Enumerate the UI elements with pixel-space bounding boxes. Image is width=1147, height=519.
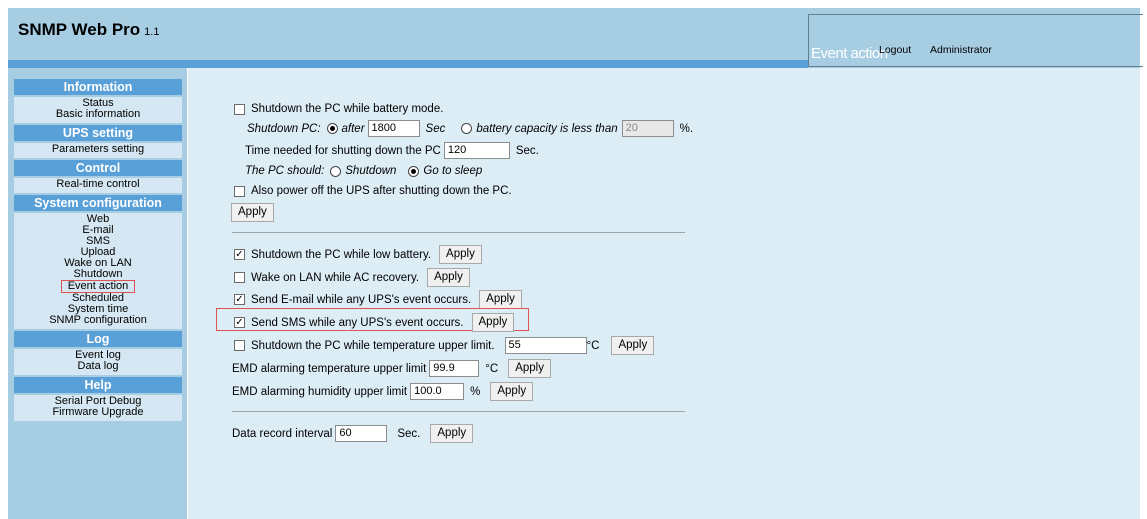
menu-item-firmware-upgrade[interactable]: Firmware Upgrade — [14, 407, 182, 418]
low-battery-apply-button[interactable]: Apply — [439, 245, 482, 264]
emd-temp-row: EMD alarming temperature upper limit 99.… — [232, 359, 551, 378]
sidebar-menu: Information Status Basic information UPS… — [14, 79, 182, 423]
emd-temp-input[interactable]: 99.9 — [429, 360, 480, 377]
app-logo: SNMP Web Pro 1.1 — [18, 20, 159, 40]
time-needed-label: Time needed for shutting down the PC — [245, 144, 441, 157]
after-seconds-input[interactable]: 1800 — [367, 120, 420, 137]
shutdown-apply-button[interactable]: Apply — [231, 203, 274, 222]
temp-checkbox[interactable] — [234, 340, 245, 351]
emd-hum-apply-button[interactable]: Apply — [490, 382, 534, 401]
divider-1 — [232, 232, 685, 233]
user-name: Administrator — [930, 44, 992, 56]
time-needed-row: Time needed for shutting down the PC 120… — [245, 142, 539, 159]
wol-checkbox[interactable] — [234, 272, 245, 283]
capacity-radio[interactable] — [461, 123, 473, 134]
power-off-checkbox[interactable] — [234, 185, 245, 197]
menu-section-help: Help — [14, 377, 182, 393]
sms-label: Send SMS while any UPS's event occurs. — [251, 316, 464, 329]
wol-apply-button[interactable]: Apply — [427, 268, 470, 287]
sec-label: Sec — [425, 122, 446, 135]
logout-link[interactable]: Logout — [879, 44, 911, 56]
shutdown-battery-row: Shutdown the PC while battery mode. — [234, 103, 443, 115]
menu-item-data-log[interactable]: Data log — [14, 361, 182, 372]
emd-temp-apply-button[interactable]: Apply — [508, 359, 551, 378]
emd-hum-label: EMD alarming humidity upper limit — [232, 385, 408, 398]
power-off-row: Also power off the UPS after shutting do… — [234, 185, 512, 197]
menu-group-system-configuration: Web E-mail SMS Upload Wake on LAN Shutdo… — [14, 213, 182, 329]
wol-row: Wake on LAN while AC recovery. Apply — [234, 268, 470, 287]
emd-hum-unit: % — [470, 385, 481, 398]
menu-group-help: Serial Port Debug Firmware Upgrade — [14, 395, 182, 421]
sms-row: ✓ Send SMS while any UPS's event occurs.… — [234, 313, 515, 332]
shutdown-battery-label: Shutdown the PC while battery mode. — [251, 103, 444, 115]
time-needed-input[interactable]: 120 — [443, 142, 510, 159]
shutdown-option-radio[interactable] — [330, 165, 342, 177]
shutdown-pc-row: Shutdown PC: after 1800 Sec battery capa… — [247, 120, 693, 137]
email-apply-button[interactable]: Apply — [479, 290, 522, 309]
time-needed-unit: Sec. — [515, 144, 539, 157]
menu-section-ups-setting: UPS setting — [14, 125, 182, 141]
record-interval-unit: Sec. — [397, 427, 421, 440]
capacity-label: battery capacity is less than — [476, 122, 618, 135]
low-battery-checkbox[interactable]: ✓ — [234, 249, 245, 260]
sms-checkbox[interactable]: ✓ — [234, 317, 245, 328]
menu-group-ups-setting: Parameters setting — [14, 143, 182, 158]
current-page-title: Event action — [811, 45, 888, 62]
sms-apply-button[interactable]: Apply — [471, 313, 515, 332]
emd-hum-input[interactable]: 100.0 — [410, 383, 465, 400]
temp-label: Shutdown the PC while temperature upper … — [251, 339, 495, 352]
low-battery-row: ✓ Shutdown the PC while low battery. App… — [234, 245, 482, 264]
temp-input[interactable]: 55 — [504, 337, 587, 354]
menu-group-control: Real-time control — [14, 178, 182, 193]
sleep-option-label: Go to sleep — [423, 165, 483, 177]
low-battery-label: Shutdown the PC while low battery. — [251, 248, 432, 261]
divider-2 — [232, 411, 685, 412]
temp-row: Shutdown the PC while temperature upper … — [234, 336, 655, 355]
record-interval-row: Data record interval 60 Sec. Apply — [232, 424, 474, 443]
email-checkbox[interactable]: ✓ — [234, 294, 245, 305]
temp-apply-button[interactable]: Apply — [611, 336, 655, 355]
shutdown-apply-row: Apply — [231, 203, 274, 222]
shutdown-battery-checkbox[interactable] — [234, 103, 245, 115]
pc-should-row: The PC should: Shutdown Go to sleep — [245, 165, 482, 177]
menu-item-real-time-control[interactable]: Real-time control — [14, 179, 182, 190]
menu-item-basic-information[interactable]: Basic information — [14, 109, 182, 120]
menu-section-system-configuration: System configuration — [14, 195, 182, 211]
menu-group-log: Event log Data log — [14, 349, 182, 375]
shutdown-pc-label: Shutdown PC: — [247, 122, 321, 135]
menu-item-parameters-setting[interactable]: Parameters setting — [14, 144, 182, 155]
wol-label: Wake on LAN while AC recovery. — [251, 271, 420, 284]
menu-section-information: Information — [14, 79, 182, 95]
app-version: 1.1 — [144, 26, 160, 38]
pc-should-label: The PC should: — [245, 165, 325, 177]
sleep-option-radio[interactable] — [408, 165, 420, 177]
power-off-label: Also power off the UPS after shutting do… — [251, 185, 512, 197]
emd-hum-row: EMD alarming humidity upper limit 100.0 … — [232, 382, 534, 401]
record-interval-input[interactable]: 60 — [335, 425, 388, 442]
menu-item-shutdown[interactable]: Shutdown — [14, 269, 182, 280]
email-label: Send E-mail while any UPS's event occurs… — [251, 293, 472, 306]
percent-label: %. — [679, 122, 694, 135]
record-interval-label: Data record interval — [232, 427, 333, 440]
temp-unit: °C — [586, 339, 600, 352]
app-title: SNMP Web Pro — [18, 20, 141, 39]
record-interval-apply-button[interactable]: Apply — [430, 424, 474, 443]
menu-group-information: Status Basic information — [14, 97, 182, 123]
top-status-box: Event action Logout Administrator — [808, 14, 1143, 67]
menu-item-snmp-configuration[interactable]: SNMP configuration — [14, 315, 182, 326]
after-label: after — [341, 122, 365, 135]
menu-section-log: Log — [14, 331, 182, 347]
header-strip — [8, 60, 808, 68]
capacity-input[interactable]: 20 — [621, 120, 674, 137]
emd-temp-label: EMD alarming temperature upper limit — [232, 362, 427, 375]
shutdown-option-label: Shutdown — [345, 165, 397, 177]
emd-temp-unit: °C — [485, 362, 499, 375]
email-row: ✓ Send E-mail while any UPS's event occu… — [234, 290, 522, 309]
after-radio[interactable] — [326, 123, 338, 134]
menu-section-control: Control — [14, 160, 182, 176]
